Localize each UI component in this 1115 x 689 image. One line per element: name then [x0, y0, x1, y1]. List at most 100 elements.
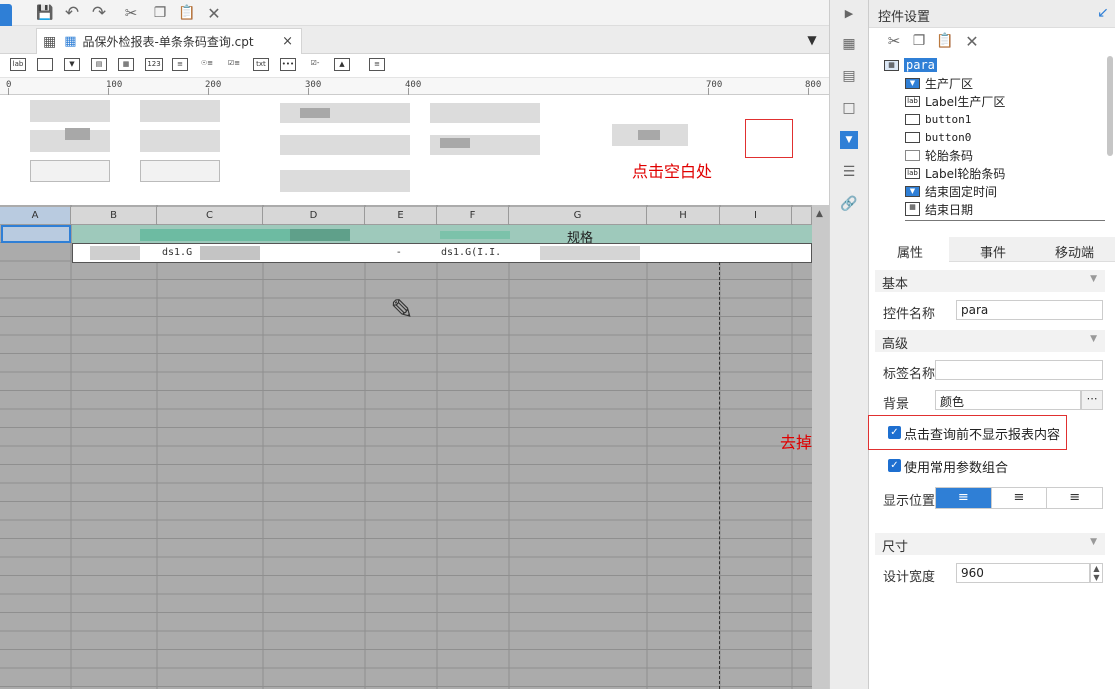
- save-icon[interactable]: 💾: [36, 4, 54, 22]
- column-header-e[interactable]: E: [365, 207, 437, 224]
- more-options-icon[interactable]: ⋯: [1081, 390, 1103, 410]
- tree-item-para[interactable]: ▦ para: [884, 56, 937, 74]
- tree-item-tire-code[interactable]: 轮胎条码: [905, 146, 973, 164]
- cell-f2[interactable]: ds1.G(I.I.: [441, 247, 501, 258]
- align-toggle-group: ≡ ≡ ≡: [935, 487, 1103, 509]
- treecombo-widget-icon[interactable]: ▤: [91, 58, 107, 71]
- checkbox-widget-icon[interactable]: ☑-: [307, 58, 323, 71]
- textbox-widget-icon[interactable]: [37, 58, 53, 71]
- column-header-a[interactable]: A: [0, 207, 71, 224]
- combobox-icon: ▼: [905, 185, 920, 197]
- width-spinner-icon[interactable]: ▲ ▼: [1090, 563, 1103, 583]
- blurred-widget: [140, 160, 220, 182]
- tab-close-icon[interactable]: ×: [282, 34, 293, 49]
- background-label: 背景: [883, 397, 910, 412]
- tab-properties[interactable]: 属性: [897, 242, 923, 261]
- section-size[interactable]: 尺寸 ▼: [875, 533, 1105, 555]
- align-center-icon[interactable]: ≡: [990, 488, 1047, 508]
- blurred-button: [638, 130, 660, 140]
- tree-scrollbar[interactable]: [1107, 56, 1113, 156]
- chevron-down-icon: ▼: [1090, 537, 1097, 547]
- checkbox-hide-before-query-label: 点击查询前不显示报表内容: [904, 428, 1061, 443]
- delete-icon[interactable]: ✕: [205, 4, 223, 23]
- cell-attr-icon[interactable]: ▦: [840, 35, 858, 53]
- column-header-h[interactable]: H: [647, 207, 720, 224]
- parameter-panel[interactable]: [6, 95, 829, 205]
- scroll-up-icon[interactable]: ▲: [816, 209, 823, 219]
- column-header-f[interactable]: F: [437, 207, 509, 224]
- panel-delete-icon[interactable]: ✕: [963, 32, 981, 51]
- panel-copy-icon[interactable]: ❐: [910, 32, 928, 50]
- column-header-i[interactable]: I: [720, 207, 792, 224]
- number-widget-icon[interactable]: 123: [145, 58, 163, 71]
- redo-icon[interactable]: ↷: [90, 3, 108, 23]
- chevron-down-icon: ▼: [1090, 334, 1097, 344]
- panel-paste-icon[interactable]: 📋: [936, 32, 954, 50]
- paste-icon[interactable]: 📋: [178, 4, 196, 22]
- chevron-down-icon: ▼: [1090, 274, 1097, 284]
- tab-menu-icon[interactable]: ▼: [804, 32, 820, 48]
- design-width-input[interactable]: 960: [956, 563, 1090, 583]
- align-left-icon[interactable]: ≡: [936, 488, 991, 508]
- widget-name-input[interactable]: para: [956, 300, 1103, 320]
- list-widget-icon[interactable]: ≡: [369, 58, 385, 71]
- date-widget-icon[interactable]: ▦: [118, 58, 134, 71]
- tree-item-button1[interactable]: button1: [905, 110, 971, 128]
- condition-attr-icon[interactable]: ☰: [840, 163, 858, 181]
- ruler-tick: [408, 88, 409, 95]
- password-widget-icon[interactable]: •••: [280, 58, 296, 71]
- copy-icon[interactable]: ❐: [151, 4, 169, 22]
- tab-report-file[interactable]: ▦ ▦ 品保外检报表-单条条码查询.cpt ×: [36, 28, 302, 54]
- checkbox-hide-before-query[interactable]: ✓: [888, 426, 901, 439]
- column-header-g[interactable]: G: [509, 207, 647, 224]
- hyperlink-icon[interactable]: 🔗: [840, 195, 858, 213]
- widget-settings-icon[interactable]: ▼: [840, 131, 858, 149]
- align-right-icon[interactable]: ≡: [1046, 488, 1102, 508]
- vertical-scrollbar[interactable]: ▲: [812, 205, 829, 689]
- checkbox-param-combo[interactable]: ✓: [888, 459, 901, 472]
- tree-item-end-fixed-time[interactable]: ▼ 结束固定时间: [905, 182, 997, 200]
- blurred-cell: [440, 231, 510, 239]
- cell-c2[interactable]: ds1.G: [162, 247, 192, 258]
- textarea-widget-icon[interactable]: ≡: [172, 58, 188, 71]
- tree-item-factory-combo[interactable]: ▼ 生产厂区: [905, 74, 973, 92]
- tree-item-tire-code-label[interactable]: lab Label轮胎条码: [905, 164, 1005, 182]
- label-widget-icon[interactable]: lab: [10, 58, 26, 71]
- widget-name-label: 控件名称: [883, 307, 936, 322]
- border-icon[interactable]: □: [840, 99, 858, 117]
- section-advanced-label: 高级: [882, 337, 909, 352]
- section-basic-label: 基本: [882, 277, 909, 292]
- spreadsheet-grid[interactable]: [0, 205, 829, 689]
- section-advanced[interactable]: 高级 ▼: [875, 330, 1105, 352]
- collapse-arrow-icon[interactable]: ▶: [840, 5, 858, 21]
- tree-item-button0[interactable]: button0: [905, 128, 971, 146]
- radio-group-icon[interactable]: ☉≡: [199, 58, 215, 71]
- column-header-j[interactable]: [792, 207, 812, 224]
- cell-element-icon[interactable]: ▤: [840, 67, 858, 85]
- undo-icon[interactable]: ↶: [63, 3, 81, 23]
- text-widget-icon[interactable]: txt: [253, 58, 269, 71]
- tree-item-factory-label[interactable]: lab Label生产厂区: [905, 92, 1005, 110]
- tab-mobile[interactable]: 移动端: [1055, 242, 1094, 261]
- panel-cut-icon[interactable]: ✂: [885, 32, 903, 50]
- tree-widget-icon[interactable]: ▲: [334, 58, 350, 71]
- tag-name-input[interactable]: [935, 360, 1103, 380]
- section-basic[interactable]: 基本 ▼: [875, 270, 1105, 292]
- column-header-d[interactable]: D: [263, 207, 365, 224]
- blurred-widget: [140, 130, 220, 152]
- expand-icon[interactable]: ↙: [1095, 5, 1111, 21]
- blurred-cell: [200, 246, 260, 260]
- tab-events[interactable]: 事件: [980, 242, 1006, 261]
- tree-item-end-date[interactable]: ▦ 结束日期: [905, 200, 973, 218]
- ruler-tick: [808, 88, 809, 95]
- selected-cell-a1[interactable]: [1, 225, 71, 243]
- column-header-c[interactable]: C: [157, 207, 263, 224]
- cut-icon[interactable]: ✂: [122, 4, 140, 22]
- combobox-widget-icon[interactable]: ▼: [64, 58, 80, 71]
- column-header-b[interactable]: B: [71, 207, 157, 224]
- cell-e2[interactable]: -: [397, 247, 401, 258]
- checkbox-group-icon[interactable]: ☑≡: [226, 58, 242, 71]
- design-width-label: 设计宽度: [883, 570, 936, 585]
- background-select[interactable]: 颜色: [935, 390, 1081, 410]
- blurred-widget: [300, 108, 330, 118]
